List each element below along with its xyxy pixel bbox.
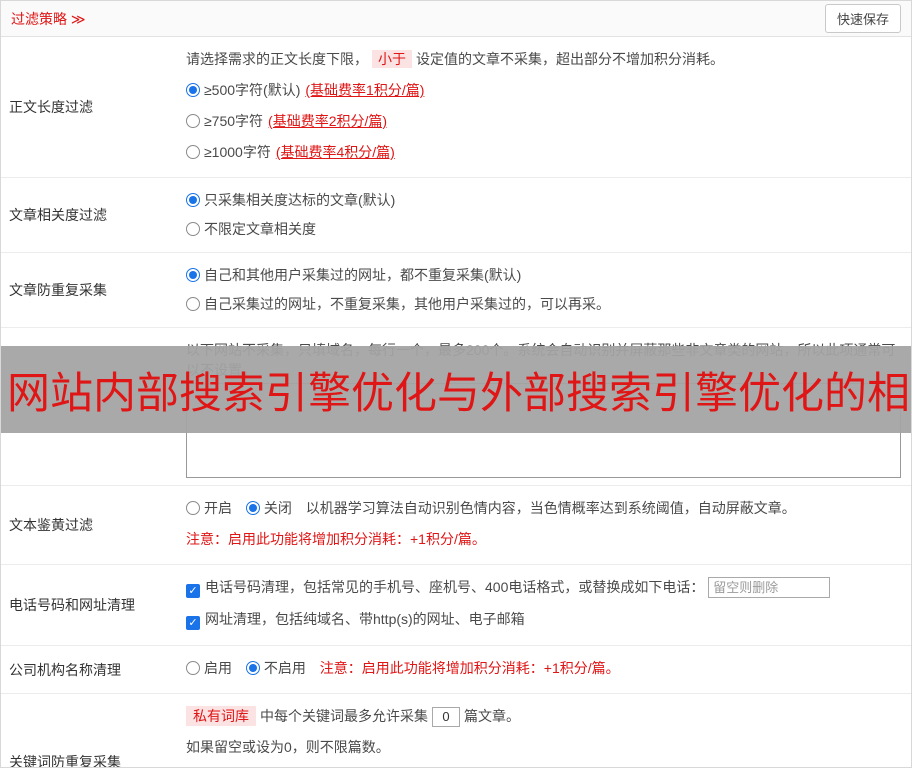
row-dedup-filter: 文章防重复采集 自己和其他用户采集过的网址，都不重复采集(默认) 自己采集过的网… [1, 253, 911, 328]
url-clean-checkbox-option[interactable]: 网址清理，包括纯域名、带http(s)的网址、电子邮箱 [186, 609, 525, 630]
length-option-500[interactable]: ≥500字符(默认) (基础费率1积分/篇) [186, 80, 901, 100]
option-label: 不启用 [263, 660, 306, 676]
option-label: ≥500字符(默认) [204, 82, 301, 98]
radio-unchecked-icon[interactable] [186, 501, 200, 515]
radio-unchecked-icon[interactable] [186, 661, 200, 675]
row-length-filter: 正文长度过滤 请选择需求的正文长度下限， 小于 设定值的文章不采集，超出部分不增加积… [1, 37, 911, 178]
radio-unchecked-icon[interactable] [186, 297, 200, 311]
row-phone-url-clean: 电话号码和网址清理 电话号码清理，包括常见的手机号、座机号、400电话格式，或替… [1, 565, 911, 646]
row-keyword-dedup: 关键词防重复采集 私有词库中每个关键词最多允许采集 篇文章。 如果留空或设为0，则… [1, 694, 911, 768]
length-option-750[interactable]: ≥750字符 (基础费率2积分/篇) [186, 111, 901, 131]
porn-filter-cost-note: 注意：启用此功能将增加积分消耗：+1积分/篇。 [186, 531, 486, 547]
row-label-relevance-filter: 文章相关度过滤 [9, 207, 107, 223]
replacement-phone-input[interactable] [708, 577, 831, 598]
filter-strategy-page: 过滤策略 ≫ 快速保存 正文长度过滤 请选择需求的正文长度下限， 小于 设定值的文章… [0, 0, 912, 768]
checkbox-checked-icon[interactable] [186, 584, 200, 598]
checkbox-checked-icon[interactable] [186, 616, 200, 630]
option-fee-note: (基础费率1积分/篇) [305, 82, 425, 98]
option-fee-note: (基础费率4积分/篇) [275, 144, 395, 160]
option-label: 自己和其他用户采集过的网址，都不重复采集(默认) [204, 267, 522, 283]
option-label: 启用 [204, 660, 232, 676]
option-label: ≥1000字符 [204, 144, 271, 160]
porn-option-off[interactable]: 关闭 [245, 498, 292, 518]
option-label: 只采集相关度达标的文章(默认) [204, 192, 396, 208]
page-header: 过滤策略 ≫ 快速保存 [1, 1, 911, 37]
option-label: 不限定文章相关度 [204, 221, 316, 237]
dedup-option-self-only[interactable]: 自己采集过的网址，不重复采集，其他用户采集过的，可以再采。 [186, 294, 901, 314]
radio-checked-icon[interactable] [245, 661, 260, 675]
page-title-toggle[interactable]: 过滤策略 ≫ [11, 9, 86, 29]
radio-unchecked-icon[interactable] [186, 145, 200, 159]
radio-checked-icon[interactable] [186, 193, 200, 207]
keyword-count-input[interactable] [432, 706, 460, 727]
porn-option-on[interactable]: 开启 [186, 498, 232, 518]
option-label: 开启 [204, 500, 232, 516]
porn-filter-description: 以机器学习算法自动识别色情内容，当色情概率达到系统阈值，自动屏蔽文章。 [305, 500, 796, 516]
radio-unchecked-icon[interactable] [186, 222, 200, 236]
option-label: 电话号码清理，包括常见的手机号、座机号、400电话格式，或替换成如下电话： [205, 579, 705, 595]
watermark-overlay: 网站内部搜索引擎优化与外部搜索引擎优化的相 [1, 346, 911, 433]
option-fee-note: (基础费率2积分/篇) [268, 113, 388, 129]
length-filter-intro: 请选择需求的正文长度下限， 小于 设定值的文章不采集，超出部分不增加积分消耗。 [186, 49, 901, 69]
company-clean-option-on[interactable]: 启用 [186, 658, 232, 678]
intro-text-before: 请选择需求的正文长度下限， [186, 51, 368, 67]
row-label-phone-url-clean: 电话号码和网址清理 [9, 597, 135, 613]
less-than-highlight: 小于 [372, 50, 412, 68]
relevance-option-strict[interactable]: 只采集相关度达标的文章(默认) [186, 190, 901, 210]
company-clean-option-off[interactable]: 不启用 [245, 658, 306, 678]
keyword-note-zero: 如果留空或设为0，则不限篇数。 [186, 738, 390, 755]
company-clean-cost-note: 注意：启用此功能将增加积分消耗：+1积分/篇。 [319, 660, 620, 676]
radio-checked-icon[interactable] [186, 268, 200, 282]
option-label: 关闭 [263, 500, 292, 516]
row-label-length-filter: 正文长度过滤 [9, 99, 93, 115]
option-label: 自己采集过的网址，不重复采集，其他用户采集过的，可以再采。 [204, 296, 610, 312]
length-option-1000[interactable]: ≥1000字符 (基础费率4积分/篇) [186, 142, 901, 162]
row-label-company-clean: 公司机构名称清理 [9, 661, 121, 678]
private-lexicon-tag[interactable]: 私有词库 [186, 706, 256, 726]
row-label-keyword-dedup: 关键词防重复采集 [9, 754, 121, 768]
relevance-option-any[interactable]: 不限定文章相关度 [186, 219, 901, 239]
radio-unchecked-icon[interactable] [186, 114, 200, 128]
row-relevance-filter: 文章相关度过滤 只采集相关度达标的文章(默认) 不限定文章相关度 [1, 178, 911, 253]
keyword-limit-text-end: 篇文章。 [464, 708, 520, 724]
intro-text-after: 设定值的文章不采集，超出部分不增加积分消耗。 [416, 51, 724, 67]
phone-clean-checkbox-option[interactable]: 电话号码清理，包括常见的手机号、座机号、400电话格式，或替换成如下电话： [186, 577, 704, 598]
keyword-limit-text: 中每个关键词最多允许采集 [260, 708, 428, 724]
row-label-dedup-filter: 文章防重复采集 [9, 282, 107, 298]
option-label: ≥750字符 [204, 113, 264, 129]
quick-save-button[interactable]: 快速保存 [824, 4, 901, 33]
row-company-clean: 公司机构名称清理 启用 不启用 注意：启用此功能将增加积分消耗：+1积分/篇。 [1, 646, 911, 694]
radio-checked-icon[interactable] [245, 501, 260, 515]
radio-checked-icon[interactable] [186, 83, 200, 97]
row-label-porn-filter: 文本鉴黄过滤 [9, 517, 93, 533]
row-porn-filter: 文本鉴黄过滤 开启 关闭 以机器学习算法自动识别色情内容，当色情概率达到系统阈值… [1, 486, 911, 565]
dedup-option-global[interactable]: 自己和其他用户采集过的网址，都不重复采集(默认) [186, 265, 901, 285]
watermark-text: 网站内部搜索引擎优化与外部搜索引擎优化的相 [7, 369, 910, 418]
option-label: 网址清理，包括纯域名、带http(s)的网址、电子邮箱 [205, 611, 525, 627]
